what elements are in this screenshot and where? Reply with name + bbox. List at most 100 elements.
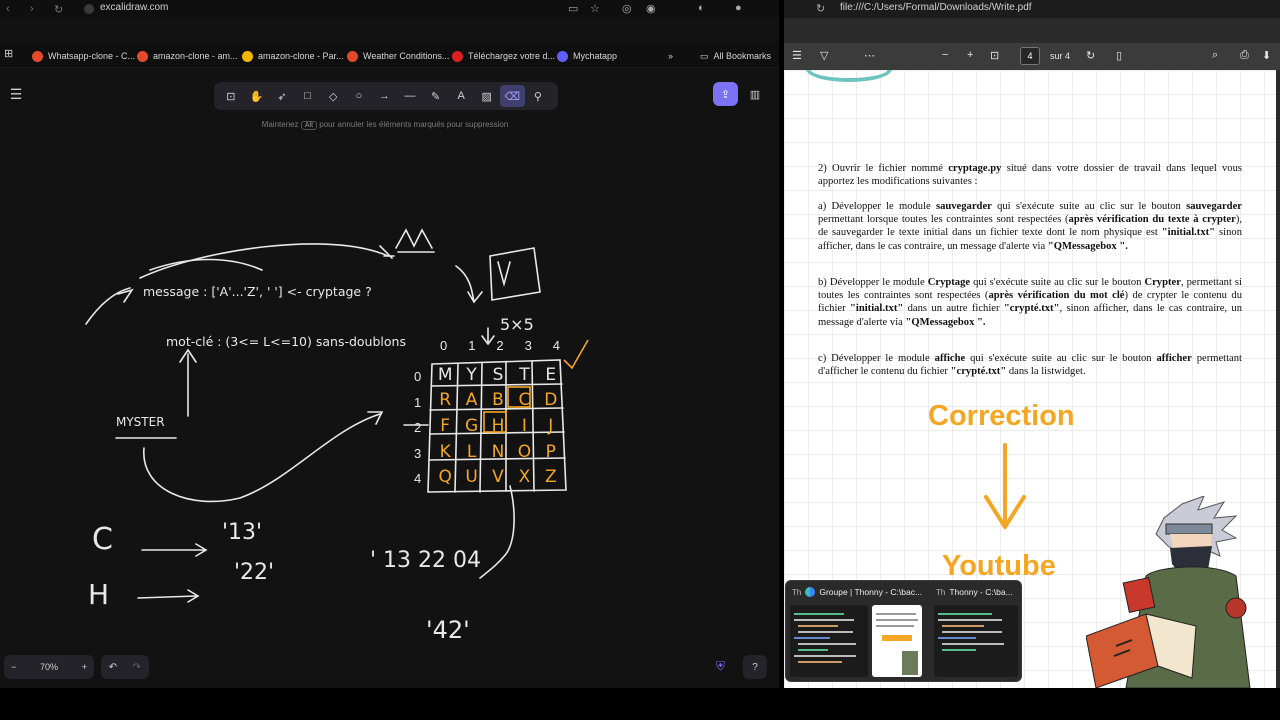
thonny-icon: Th [792,587,802,597]
motcle-line: mot-clé : (3<= L<=10) sans-doublons [166,334,406,349]
row-index: 2 [414,420,422,435]
zoom-out-button[interactable]: − [942,49,948,61]
back-icon[interactable]: ‹ [6,3,10,15]
contents-icon[interactable]: ☰ [792,49,802,62]
page-view-icon[interactable]: ▯ [1116,49,1122,62]
excalidraw-canvas[interactable]: ☰ ⊡ ✋ ➶ □ ◇ ○ → — ✎ A ▨ ⌫ ⚲ Maintenez Al… [0,70,779,688]
row-index: 1 [414,394,422,410]
more-icon[interactable]: ⋯ [864,49,875,62]
col-index: 0 [440,338,448,353]
highlight-icon[interactable]: ▽ [820,49,828,62]
extension-icon-2[interactable]: ◉ [646,2,656,15]
zoom-level[interactable]: 70% [40,662,58,672]
bookmark-amazon-clone-par[interactable]: amazon-clone - Par... [242,49,344,63]
line-icon[interactable]: — [397,85,423,107]
avatar[interactable]: ● [735,2,742,14]
grid-cell: Z [544,467,557,488]
bookmark-telechargez[interactable]: Téléchargez votre d... [452,49,555,63]
down-arrow-icon [984,443,1026,529]
zoom-in-button[interactable]: + [967,49,973,61]
reload-icon[interactable]: ↻ [54,3,63,16]
bookmark-mychatapp[interactable]: Mychatapp [557,49,617,63]
diamond-icon[interactable]: ◇ [320,85,346,107]
bookmark-whatsapp[interactable]: Whatsapp-clone - C... [32,49,135,63]
shapes-icon[interactable]: ⚲ [525,85,551,107]
bookmark-favicon-icon [557,50,568,62]
zoom-out-button[interactable]: − [11,662,16,672]
stroke-curve-top [139,243,389,279]
site-info-icon[interactable] [84,4,94,14]
image-icon[interactable]: ▨ [474,85,500,107]
help-icon: ? [752,661,758,673]
text-run: permettant lorsque toutes les contrainte… [818,214,1069,226]
url-text[interactable]: excalidraw.com [100,2,168,13]
stroke-grid-to-output [479,485,515,579]
redo-icon[interactable]: ↷ [133,662,141,673]
text-icon[interactable]: A [448,85,474,107]
extension-icon[interactable]: ◎ [622,2,632,15]
text-run: "QMessagebox ". [905,316,986,328]
drawing-layer [85,228,589,603]
correction-title: Correction [928,400,1075,432]
col-index: 2 [496,338,504,353]
grid-cell: G [465,415,479,436]
preview-thumb-pdf[interactable] [872,605,922,677]
row-indices: 0 1 2 3 4 [414,364,428,492]
rotate-icon[interactable]: ↻ [1086,49,1095,62]
grid-header-label: 5×5 [500,315,534,334]
eraser-icon[interactable]: ⌫ [499,85,526,107]
page-number-input[interactable]: 4 [1020,47,1040,65]
grid-cell: Y [466,364,477,385]
paragraph-2: 2) Ouvrir le fichier nommé cryptage.py s… [818,162,1242,188]
ellipse-icon[interactable]: ○ [346,85,372,107]
preview-item-1[interactable]: Th Groupe | Thonny - C:\bac... [792,587,922,597]
text-run: 2) Ouvrir le fichier nommé [818,163,949,174]
shield-icon[interactable]: ⛨ [716,659,725,674]
library-button[interactable]: ▥ [744,82,766,106]
reload-icon[interactable]: ↻ [816,2,825,15]
preview-thumb-code-1[interactable] [790,605,868,677]
bookmark-star-icon[interactable]: ☆ [590,2,600,15]
help-button[interactable]: ? [743,655,767,679]
preview-thumb-code-2[interactable] [934,605,1018,677]
grid-cell: O [517,441,532,462]
bookmark-label: Whatsapp-clone - C... [48,51,136,61]
ninja-mascot-image [1086,496,1251,688]
bookmark-amazon-clone[interactable]: amazon-clone - am... [137,49,238,63]
cast-icon[interactable]: ▭ [568,2,578,15]
output-codes: ' 13 22 04 [370,548,482,573]
fit-page-icon[interactable]: ⊡ [990,49,999,62]
lock-icon[interactable]: ⊡ [218,85,244,107]
col-index: 1 [468,338,476,353]
all-bookmarks[interactable]: ▭ All Bookmarks [700,49,771,63]
grid-cell: I [521,415,527,436]
save-icon[interactable]: ⬇ [1262,49,1271,62]
profile-icon[interactable]: ◐ [698,2,705,14]
forward-icon[interactable]: › [30,3,34,15]
grid-cell: Q [438,467,452,488]
paragraph-c: c) Développer le module affiche qui s'ex… [818,352,1242,378]
bookmark-weather[interactable]: Weather Conditions... [347,49,449,63]
more-bookmarks-icon[interactable]: » [668,49,673,63]
excalidraw-browser-window: ‹ › ↻ excalidraw.com ▭ ☆ ◎ ◉ ◐ ● ⊞ Whats… [0,0,779,688]
rectangle-icon[interactable]: □ [295,85,321,107]
hand-icon[interactable]: ✋ [244,85,270,107]
youtube-title: Youtube [942,550,1056,582]
print-icon[interactable]: ⎙ [1240,49,1249,62]
arrow-icon[interactable]: → [372,85,398,107]
pointer-icon[interactable]: ➶ [269,85,295,107]
address-bar: ‹ › ↻ excalidraw.com ▭ ☆ ◎ ◉ ◐ ● [0,0,779,18]
undo-icon[interactable]: ↶ [109,662,117,673]
search-icon[interactable]: ⌕ [1212,49,1218,62]
share-button[interactable]: ⇪ [713,82,738,106]
grid-cell: T [519,364,530,385]
pencil-icon[interactable]: ✎ [423,85,449,107]
preview-item-2[interactable]: Th Thonny - C:\ba... [936,587,1013,597]
hamburger-menu-icon[interactable]: ☰ [6,86,26,106]
pdf-path[interactable]: file:///C:/Users/Formal/Downloads/Write.… [840,2,1032,13]
apps-grid-icon[interactable]: ⊞ [4,47,13,60]
zoom-in-button[interactable]: + [82,662,87,672]
code-last: '42' [426,616,470,644]
text-run: dans la listwidget. [1006,366,1086,378]
grid-cell: H [491,415,505,436]
